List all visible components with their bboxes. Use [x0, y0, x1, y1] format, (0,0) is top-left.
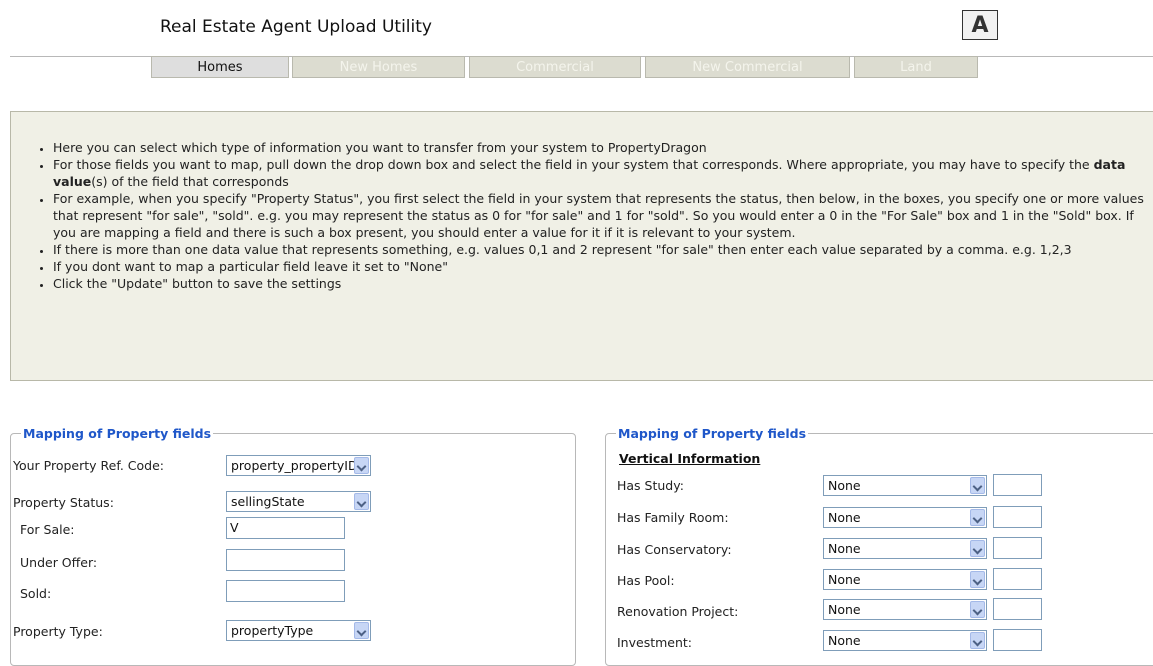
has-family-room-label: Has Family Room: [617, 510, 729, 525]
tab-land[interactable]: Land [854, 56, 978, 78]
under-offer-input[interactable] [226, 549, 345, 571]
has-study-value: None [828, 478, 861, 493]
fieldset-legend: Mapping of Property fields [618, 426, 807, 441]
property-type-label: Property Type: [13, 624, 103, 639]
renovation-project-extra-input[interactable] [993, 598, 1042, 620]
chevron-down-icon[interactable] [354, 457, 369, 474]
for-sale-input[interactable]: V [226, 517, 345, 539]
has-conservatory-value: None [828, 541, 861, 556]
status-select[interactable]: sellingState [226, 491, 371, 512]
status-value: sellingState [231, 494, 305, 509]
investment-value: None [828, 633, 861, 648]
under-offer-label: Under Offer: [20, 555, 98, 570]
has-pool-value: None [828, 572, 861, 587]
instruction-item: If there is more than one data value tha… [53, 241, 1153, 258]
has-family-room-value: None [828, 510, 861, 525]
has-study-select[interactable]: None [823, 475, 987, 496]
chevron-down-icon[interactable] [970, 477, 985, 494]
has-study-extra-input[interactable] [993, 474, 1042, 496]
page-title: Real Estate Agent Upload Utility [160, 17, 432, 37]
instructions-panel: Here you can select which type of inform… [10, 111, 1153, 381]
tab-homes[interactable]: Homes [151, 56, 289, 78]
has-family-room-extra-input[interactable] [993, 506, 1042, 528]
chevron-down-icon[interactable] [970, 571, 985, 588]
instruction-item: Click the "Update" button to save the se… [53, 275, 1153, 292]
chevron-down-icon[interactable] [354, 622, 369, 639]
logo-letter: A [971, 12, 989, 38]
chevron-down-icon[interactable] [970, 509, 985, 526]
instruction-text: (s) of the field that corresponds [91, 174, 289, 189]
instructions-list: Here you can select which type of inform… [11, 139, 1153, 292]
investment-extra-input[interactable] [993, 629, 1042, 651]
logo-icon: A [962, 10, 998, 40]
chevron-down-icon[interactable] [354, 493, 369, 510]
has-family-room-select[interactable]: None [823, 507, 987, 528]
status-label: Property Status: [13, 495, 114, 510]
investment-select[interactable]: None [823, 630, 987, 651]
ref-code-label: Your Property Ref. Code: [13, 458, 164, 473]
fieldset-legend: Mapping of Property fields [23, 426, 212, 441]
sold-input[interactable] [226, 580, 345, 602]
tab-commercial[interactable]: Commercial [469, 56, 641, 78]
tab-new-homes[interactable]: New Homes [292, 56, 465, 78]
for-sale-label: For Sale: [20, 522, 75, 537]
instruction-text: For those fields you want to map, pull d… [53, 157, 1094, 172]
ref-code-value: property_propertyID [231, 458, 358, 473]
property-type-select[interactable]: propertyType [226, 620, 371, 641]
tab-new-commercial[interactable]: New Commercial [645, 56, 850, 78]
renovation-project-value: None [828, 602, 861, 617]
instruction-item: Here you can select which type of inform… [53, 139, 1153, 156]
renovation-project-label: Renovation Project: [617, 604, 739, 619]
has-study-label: Has Study: [617, 478, 684, 493]
chevron-down-icon[interactable] [970, 540, 985, 557]
ref-code-select[interactable]: property_propertyID [226, 455, 371, 476]
has-pool-extra-input[interactable] [993, 568, 1042, 590]
instruction-item: If you dont want to map a particular fie… [53, 258, 1153, 275]
instruction-item: For those fields you want to map, pull d… [53, 156, 1153, 190]
has-conservatory-extra-input[interactable] [993, 537, 1042, 559]
has-conservatory-select[interactable]: None [823, 538, 987, 559]
vertical-information-heading: Vertical Information [619, 451, 761, 466]
property-type-value: propertyType [231, 623, 314, 638]
has-pool-select[interactable]: None [823, 569, 987, 590]
has-conservatory-label: Has Conservatory: [617, 542, 732, 557]
has-pool-label: Has Pool: [617, 573, 675, 588]
renovation-project-select[interactable]: None [823, 599, 987, 620]
chevron-down-icon[interactable] [970, 632, 985, 649]
instruction-item: For example, when you specify "Property … [53, 190, 1153, 241]
sold-label: Sold: [20, 586, 52, 601]
chevron-down-icon[interactable] [970, 601, 985, 618]
